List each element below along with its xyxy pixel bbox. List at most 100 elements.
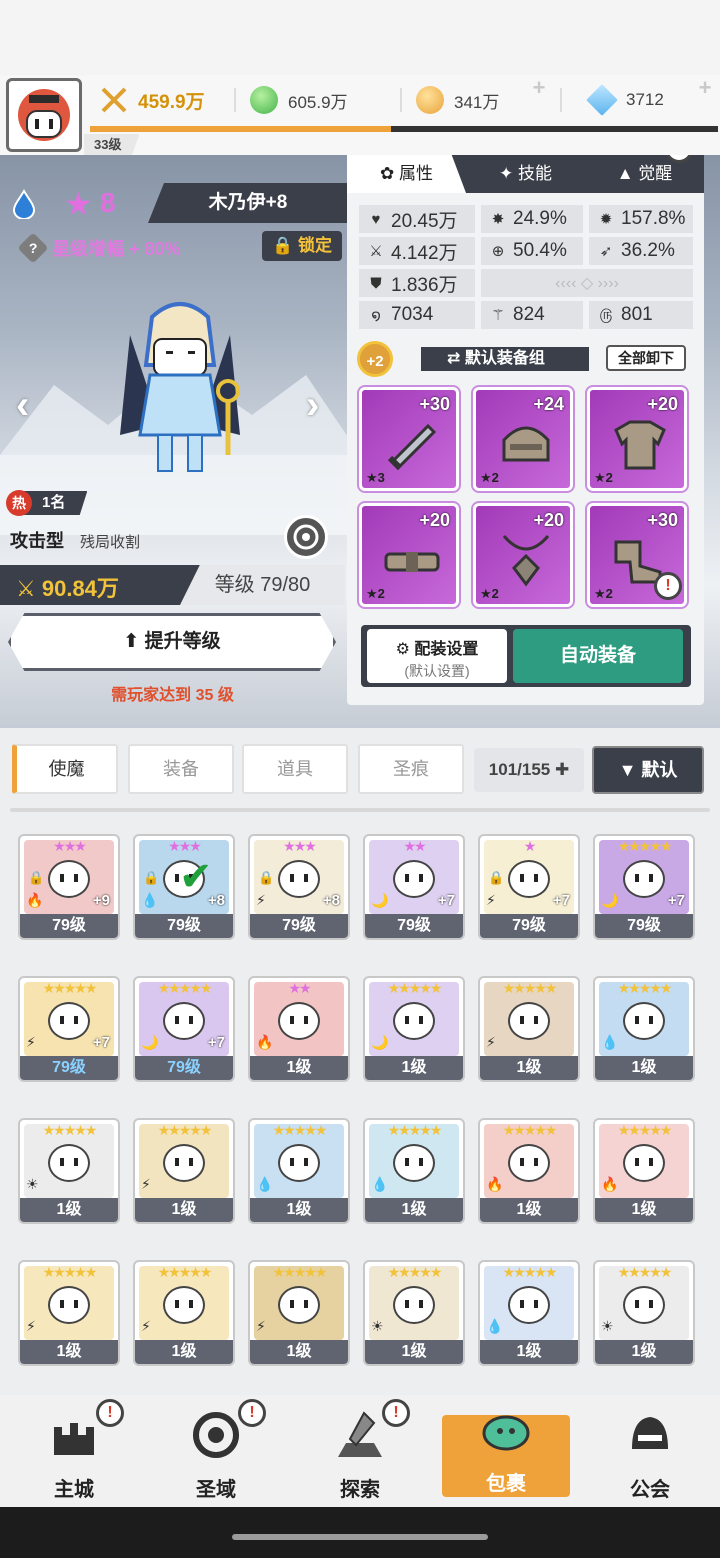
capacity-counter[interactable]: 101/155 ✚	[474, 748, 584, 792]
sort-dropdown[interactable]: ▼ 默认	[592, 746, 704, 794]
hero-card[interactable]: ★★★ 🔒 🔥 +9 79级	[18, 834, 120, 940]
add-gold-button[interactable]: +	[528, 77, 550, 100]
stat-accuracy-value: 50.4%	[513, 240, 567, 261]
equipment-slot[interactable]: +20 ★2	[471, 501, 575, 609]
hero-stars: ★★★★★	[42, 1264, 98, 1280]
nav-item[interactable]: 探索!	[300, 1395, 420, 1507]
hero-stars: ★★★	[283, 838, 317, 854]
hero-card[interactable]: ★★★★★ ☀ 1级	[363, 1260, 465, 1366]
rotate-view-icon[interactable]	[284, 515, 328, 559]
hero-card[interactable]: ★★★ 🔒 ⚡ +8 79级	[248, 834, 350, 940]
up-arrow-icon: ⬆	[123, 631, 140, 652]
equipment-enhance-level: +30	[419, 394, 450, 414]
nav-item[interactable]: 主城!	[14, 1395, 134, 1507]
gold-coin-icon	[416, 86, 444, 114]
element-icon: ⚡	[256, 892, 266, 908]
hero-card[interactable]: ★★★★★ 🔥 1级	[593, 1118, 695, 1224]
home-indicator[interactable]	[232, 1534, 488, 1540]
swirl-icon: ໑	[371, 307, 381, 324]
hero-level: 1级	[250, 1056, 348, 1080]
hero-info-card: ✿ 属性 ✦ 技能 ▲ 觉醒 ! ♥ 20.45万 ✸ 24.9% ✹ 157.8% …	[347, 155, 704, 705]
player-avatar[interactable]	[6, 78, 82, 152]
element-icon: 🌙	[371, 892, 389, 908]
equipment-slot[interactable]: +24 ★2	[471, 385, 575, 493]
hero-card[interactable]: ★★★★★ ⚡ 1级	[478, 976, 580, 1082]
unequip-all-button[interactable]: 全部卸下	[606, 345, 686, 371]
nav-label: 主城	[54, 1479, 94, 1501]
hero-card[interactable]: ★★★★★ 🌙 1级	[363, 976, 465, 1082]
tab-stigmata[interactable]: 圣痕	[358, 744, 464, 794]
plus-icon: ✚	[554, 760, 570, 779]
equipment-slot[interactable]: +20 ★2	[357, 501, 461, 609]
hero-card[interactable]: ★★★★★ 💧 1级	[248, 1118, 350, 1224]
nav-item[interactable]: 公会	[590, 1395, 710, 1507]
nav-item[interactable]: 圣域!	[156, 1395, 276, 1507]
stat-c-value: 801	[621, 304, 653, 325]
hero-card[interactable]: ★★★★★ ☀ 1级	[593, 1260, 695, 1366]
hero-header-row: ★ 8 木乃伊+8	[0, 179, 348, 229]
equipment-slot[interactable]: +30 ★2!	[585, 501, 689, 609]
tab-skills[interactable]: ✦ 技能	[466, 155, 585, 193]
hero-card[interactable]: ★★★★★ ⚡ 1级	[133, 1260, 235, 1366]
hero-level: 1级	[365, 1340, 463, 1364]
hero-eyes	[635, 874, 653, 882]
equipment-stars: ★2	[480, 586, 499, 601]
help-icon[interactable]: ?	[17, 232, 49, 264]
broken-sword-icon: ⚚	[491, 307, 505, 324]
stat-crit: ✸ 24.9%	[481, 205, 583, 233]
tab-items[interactable]: 道具	[242, 744, 348, 794]
padlock-icon: 🔒	[143, 870, 160, 885]
stat-row: ⛊ 1.836万 ‹‹‹‹ ◇ ››››	[359, 269, 693, 297]
hero-card[interactable]: ★★★★★ 💧 1级	[363, 1118, 465, 1224]
hero-card[interactable]: ★★★★★ ⚡ 1级	[133, 1118, 235, 1224]
hero-card[interactable]: ★★★★★ 🌙 +7 79级	[133, 976, 235, 1082]
hero-level: 1级	[20, 1198, 118, 1222]
equipment-slot[interactable]: +30 ★3	[357, 385, 461, 493]
hero-stars: ★★	[403, 838, 426, 854]
shield-icon: ⛊	[370, 274, 382, 292]
hero-card[interactable]: ★★★★★ 💧 1级	[593, 976, 695, 1082]
equipment-set-selector[interactable]: ⇄ 默认装备组	[421, 347, 589, 371]
hero-card[interactable]: ★★★★★ ⚡ +7 79级	[18, 976, 120, 1082]
star-boost-info[interactable]: ? 星级增幅 + 80%	[17, 232, 181, 264]
hero-eyes	[60, 1158, 78, 1166]
hero-plus-level: +7	[437, 892, 455, 909]
previous-hero-arrow[interactable]: ‹	[16, 383, 29, 428]
nav-label: 包裹	[486, 1473, 526, 1495]
equipment-slot[interactable]: +20 ★2	[585, 385, 689, 493]
hero-card[interactable]: ★★★★★ 🌙 +7 79级	[593, 834, 695, 940]
green-gem-display: 605.9万	[250, 82, 348, 118]
lock-button[interactable]: 🔒 锁定	[262, 231, 342, 261]
level-up-button[interactable]: ⬆ 提升等级	[8, 613, 336, 671]
tab-attributes[interactable]: ✿ 属性	[347, 155, 466, 193]
hero-card[interactable]: ★★★★★ 💧 1级	[478, 1260, 580, 1366]
nav-item[interactable]: 包裹	[442, 1415, 570, 1497]
hero-card[interactable]: ★ 🔒 ⚡ +7 79级	[478, 834, 580, 940]
hero-level: 1级	[480, 1198, 578, 1222]
next-hero-arrow[interactable]: ›	[306, 383, 319, 428]
stat-attack-value: 4.142万	[391, 242, 458, 264]
hero-stars: ★★★★★	[387, 1264, 443, 1280]
equipment-set-header: +2 ⇄ 默认装备组 全部卸下	[357, 341, 694, 377]
element-icon: ⚡	[486, 892, 496, 908]
hero-level: 1级	[365, 1056, 463, 1080]
loadout-settings-label: 配装设置	[414, 641, 479, 658]
element-icon: ⚡	[141, 1318, 151, 1334]
add-crystal-button[interactable]: +	[694, 77, 716, 100]
hero-stars: ★★	[288, 980, 311, 996]
stat-accuracy: ⊕ 50.4%	[481, 237, 583, 265]
hero-card[interactable]: ★★★★★ ☀ 1级	[18, 1118, 120, 1224]
inventory-tab-strip: 使魔 装备 道具 圣痕 101/155 ✚ ▼ 默认	[0, 740, 720, 800]
hero-card[interactable]: ★★★★★ ⚡ 1级	[18, 1260, 120, 1366]
loadout-settings-button[interactable]: ⚙ 配装设置 (默认设置)	[367, 629, 507, 683]
hero-card[interactable]: ★★ 🔥 1级	[248, 976, 350, 1082]
hero-card[interactable]: ★★★★★ ⚡ 1级	[248, 1260, 350, 1366]
hero-character-art[interactable]	[100, 295, 260, 485]
hero-card[interactable]: ★★ 🌙 +7 79级	[363, 834, 465, 940]
hero-card[interactable]: ★★★ 🔒 ✔ 💧 +8 79级	[133, 834, 235, 940]
tab-equipment[interactable]: 装备	[128, 744, 234, 794]
tab-familiars[interactable]: 使魔	[12, 744, 118, 794]
auto-equip-button[interactable]: 自动装备	[513, 629, 683, 683]
hero-card[interactable]: ★★★★★ 🔥 1级	[478, 1118, 580, 1224]
hero-stars: ★★★★★	[42, 1122, 98, 1138]
